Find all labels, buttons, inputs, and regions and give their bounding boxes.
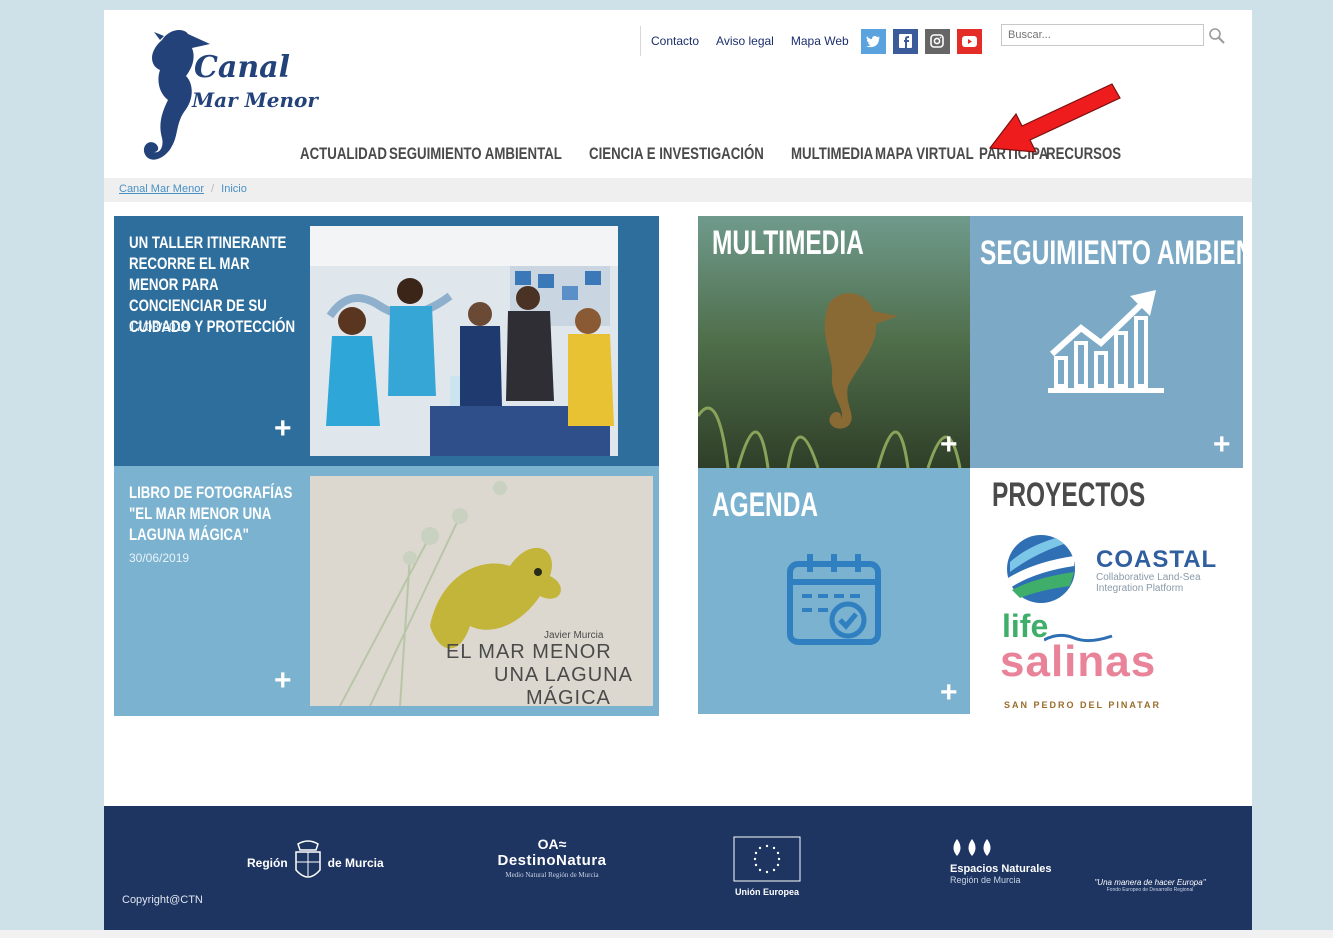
drops-icon bbox=[953, 839, 991, 856]
multimedia-title[interactable]: MULTIMEDIA bbox=[712, 224, 864, 263]
destino-natura-text: DestinoNatura bbox=[497, 852, 607, 869]
facebook-icon[interactable] bbox=[892, 28, 918, 54]
coastal-name[interactable]: COASTAL bbox=[1096, 546, 1217, 574]
link-contacto[interactable]: Contacto bbox=[651, 34, 699, 48]
news-photo bbox=[310, 226, 618, 456]
region-text-left: Región bbox=[247, 856, 288, 870]
search-input[interactable] bbox=[1001, 24, 1204, 46]
copyright: Copyright@CTN bbox=[122, 894, 203, 906]
espacios-sub: Región de Murcia bbox=[950, 875, 1021, 885]
agenda-more-button[interactable]: + bbox=[940, 678, 958, 708]
coastal-logo-icon[interactable] bbox=[1004, 532, 1078, 606]
nav-ciencia-investigacion[interactable]: CIENCIA E INVESTIGACIÓN bbox=[589, 144, 764, 164]
coastal-sub-1: Collaborative Land-Sea bbox=[1096, 572, 1201, 583]
youtube-icon[interactable] bbox=[956, 28, 982, 54]
destino-natura-logo[interactable]: OA≈ DestinoNatura Medio Natural Región d… bbox=[489, 836, 615, 879]
life-salinas-sub: SAN PEDRO DEL PINATAR bbox=[1004, 700, 1162, 710]
region-text-right: de Murcia bbox=[327, 856, 384, 870]
growth-chart-icon bbox=[1048, 290, 1164, 393]
nav-multimedia[interactable]: MULTIMEDIA bbox=[791, 144, 873, 164]
book-cover-title-3: MÁGICA bbox=[526, 687, 611, 709]
espacios-naturales-logo[interactable]: Espacios Naturales Región de Murcia bbox=[950, 838, 1052, 885]
news-date: 17/08/2019 bbox=[129, 320, 190, 334]
news-more-button[interactable]: + bbox=[274, 666, 292, 696]
region-murcia-logo[interactable]: Región de Murcia bbox=[247, 840, 384, 886]
tile-agenda[interactable]: AGENDA + bbox=[698, 468, 970, 714]
news-title[interactable]: LIBRO DE FOTOGRAFÍAS "EL MAR MENOR UNA L… bbox=[129, 482, 299, 545]
seguimiento-more-button[interactable]: + bbox=[1213, 430, 1231, 460]
breadcrumb-home-link[interactable]: Canal Mar Menor bbox=[119, 183, 204, 195]
news-more-button[interactable]: + bbox=[274, 414, 292, 444]
eu-logo[interactable]: Unión Europea bbox=[732, 836, 802, 897]
oa-mark-icon: OA≈ bbox=[537, 836, 567, 852]
feder-sub: Fondo Europeo de Desarrollo Regional bbox=[1106, 887, 1194, 893]
page: Canal Mar Menor Contacto Aviso legal Map… bbox=[104, 10, 1252, 930]
news-tile-libro[interactable]: LIBRO DE FOTOGRAFÍAS "EL MAR MENOR UNA L… bbox=[114, 466, 659, 716]
eu-text: Unión Europea bbox=[734, 887, 799, 897]
news-date: 30/06/2019 bbox=[129, 551, 190, 565]
eu-stars-icon bbox=[733, 836, 801, 882]
coastal-sub-2: Integration Platform bbox=[1096, 583, 1184, 594]
feder-slogan: "Una manera de hacer Europa" Fondo Europ… bbox=[1080, 878, 1220, 893]
multimedia-more-button[interactable]: + bbox=[940, 430, 958, 460]
book-cover-author: Javier Murcia bbox=[544, 630, 604, 641]
nav-mapa-virtual[interactable]: MAPA VIRTUAL bbox=[875, 144, 974, 164]
espacios-text: Espacios Naturales bbox=[950, 863, 1052, 875]
instagram-icon[interactable] bbox=[924, 28, 950, 54]
link-mapa-web[interactable]: Mapa Web bbox=[791, 34, 849, 48]
bottom-strip bbox=[0, 930, 1333, 938]
nav-actualidad[interactable]: ACTUALIDAD bbox=[300, 144, 387, 164]
breadcrumb-current: Inicio bbox=[221, 183, 247, 195]
breadcrumb-separator: / bbox=[211, 183, 215, 195]
news-tile-taller[interactable]: UN TALLER ITINERANTE RECORRE EL MAR MENO… bbox=[114, 216, 659, 466]
twitter-icon[interactable] bbox=[860, 28, 886, 54]
footer: Región de Murcia OA≈ DestinoNatura Medio… bbox=[104, 806, 1252, 930]
breadcrumb: Canal Mar Menor / Inicio bbox=[104, 178, 1252, 202]
nav-seguimiento-ambiental[interactable]: SEGUIMIENTO AMBIENTAL bbox=[389, 144, 562, 164]
coat-of-arms-icon bbox=[294, 840, 321, 878]
calendar-icon bbox=[787, 554, 881, 645]
book-cover-title-2: UNA LAGUNA bbox=[494, 664, 633, 686]
divider bbox=[640, 26, 641, 56]
link-aviso-legal[interactable]: Aviso legal bbox=[716, 34, 774, 48]
seguimiento-title[interactable]: SEGUIMIENTO AMBIENTAL bbox=[980, 234, 1243, 273]
red-arrow-icon bbox=[988, 83, 1121, 153]
life-salinas-name[interactable]: salinas bbox=[1000, 640, 1156, 684]
destino-natura-sub: Medio Natural Región de Murcia bbox=[505, 871, 599, 879]
agenda-title[interactable]: AGENDA bbox=[712, 486, 818, 525]
book-cover-title-1: EL MAR MENOR bbox=[446, 641, 612, 663]
proyectos-title[interactable]: PROYECTOS bbox=[992, 476, 1145, 515]
tile-proyectos[interactable]: PROYECTOS COASTAL Collaborative Land-Sea… bbox=[970, 468, 1243, 714]
feder-text: "Una manera de hacer Europa" bbox=[1094, 878, 1206, 887]
tile-multimedia[interactable]: MULTIMEDIA + bbox=[698, 216, 970, 468]
top-links-bar: Contacto Aviso legal Mapa Web bbox=[640, 24, 989, 58]
search-icon[interactable] bbox=[1207, 26, 1227, 46]
tile-seguimiento-ambiental[interactable]: SEGUIMIENTO AMBIENTAL + bbox=[970, 216, 1243, 468]
logo-text-mar-menor: Mar Menor bbox=[192, 88, 318, 112]
logo-text-canal: Canal bbox=[194, 50, 290, 85]
